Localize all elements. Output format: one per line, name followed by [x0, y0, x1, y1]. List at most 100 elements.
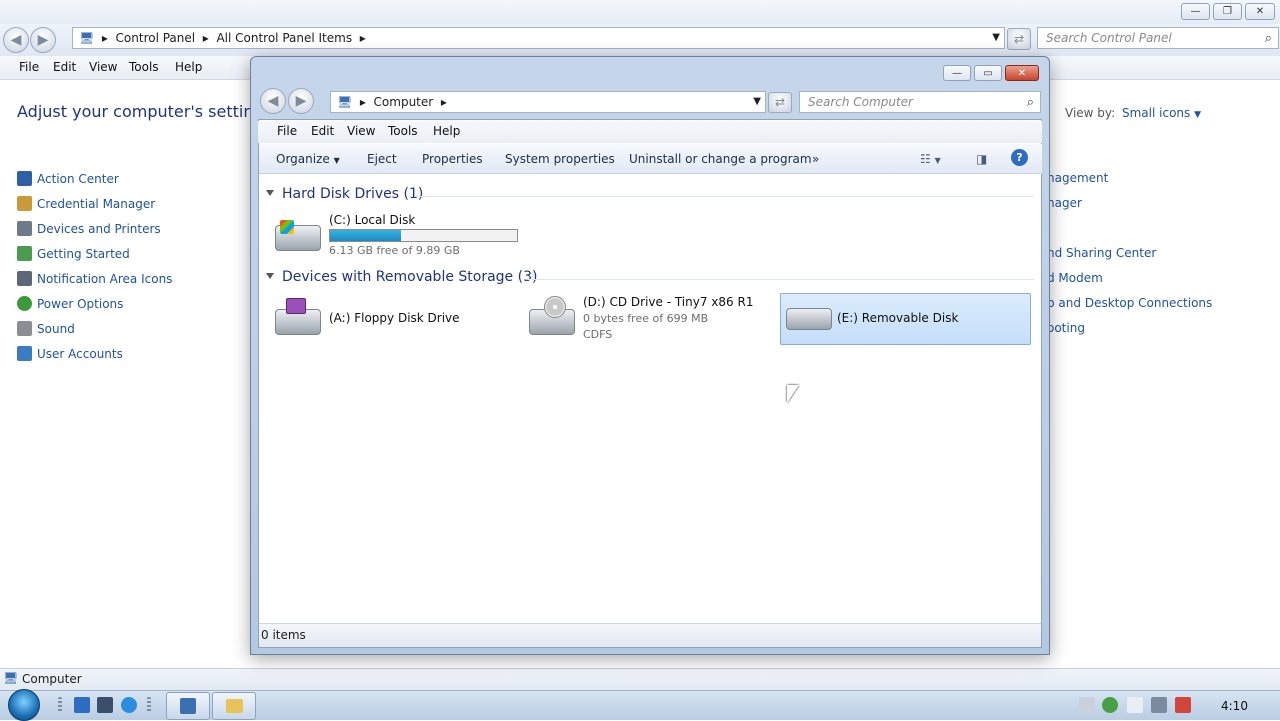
control-panel-icon — [180, 698, 196, 714]
address-bar[interactable]: 🖥 ▸ Control Panel ▸ All Control Panel It… — [72, 27, 1005, 49]
maximize-button[interactable]: ▭ — [974, 65, 1002, 81]
network-icon[interactable] — [1151, 697, 1167, 713]
system-properties-button[interactable]: System properties — [505, 152, 615, 166]
breadcrumb-control-panel[interactable]: Control Panel — [116, 31, 196, 45]
drive-d[interactable]: (D:) CD Drive - Tiny7 x86 R1 0 bytes fre… — [529, 295, 769, 345]
taskbar-control-panel[interactable] — [166, 692, 210, 720]
action-center-flag-icon[interactable] — [1127, 697, 1143, 713]
volume-muted-icon[interactable] — [1175, 697, 1191, 713]
drive-filesystem: CDFS — [583, 328, 613, 341]
group-hard-disk-drives[interactable]: Hard Disk Drives (1) — [266, 186, 423, 202]
refresh-button[interactable]: ⇄ — [768, 92, 792, 113]
monitor-icon — [17, 271, 32, 286]
dropdown-arrow-icon[interactable]: ▼ — [992, 28, 1000, 48]
flag-icon — [17, 171, 32, 186]
menu-tools[interactable]: Tools — [388, 124, 418, 138]
cp-item-action-center[interactable]: Action Center — [17, 171, 119, 186]
cp-item-partial-5[interactable]: p and Desktop Connections — [1047, 296, 1212, 310]
dropdown-arrow-icon: ▼ — [1194, 110, 1202, 120]
group-divider — [414, 196, 1034, 197]
preview-pane-icon[interactable]: ◨ — [976, 152, 987, 166]
drive-e[interactable]: (E:) Removable Disk — [780, 293, 1031, 345]
close-button[interactable]: ✕ — [1245, 3, 1275, 20]
dropdown-arrow-icon[interactable]: ▼ — [753, 92, 761, 112]
shield-check-icon[interactable] — [1102, 697, 1118, 713]
control-panel-navbar: ◀ ▶ 🖥 ▸ Control Panel ▸ All Control Pane… — [0, 24, 1280, 56]
drive-name: (C:) Local Disk — [329, 213, 416, 227]
drive-a[interactable]: (A:) Floppy Disk Drive — [275, 297, 515, 341]
minimize-button[interactable]: — — [943, 65, 971, 81]
search-input[interactable]: Search Control Panel ⌕ — [1037, 27, 1279, 49]
clock[interactable]: 4:10 — [1221, 699, 1248, 713]
drive-name: (A:) Floppy Disk Drive — [329, 311, 460, 325]
internet-explorer-icon[interactable] — [121, 697, 137, 713]
back-button[interactable]: ◀ — [3, 27, 29, 53]
start-button[interactable] — [8, 689, 40, 721]
menu-tools[interactable]: Tools — [129, 60, 159, 74]
mouse-cursor — [787, 385, 799, 403]
group-divider — [528, 279, 1034, 280]
users-icon — [17, 346, 32, 361]
cp-item-partial-6[interactable]: ooting — [1047, 321, 1085, 335]
grip-icon — [58, 697, 62, 713]
cp-item-getting-started[interactable]: Getting Started — [17, 246, 130, 261]
menu-file[interactable]: File — [19, 60, 39, 74]
breadcrumb-arrow-icon: ▸ — [98, 31, 112, 45]
menu-view[interactable]: View — [89, 60, 117, 74]
forward-button[interactable]: ▶ — [30, 27, 56, 53]
cp-item-partial-3[interactable]: nd Sharing Center — [1047, 246, 1156, 260]
cp-item-partial-1[interactable]: nagement — [1047, 171, 1108, 185]
status-text: Computer — [22, 672, 82, 686]
menu-view[interactable]: View — [347, 124, 375, 138]
breadcrumb-computer[interactable]: Computer — [374, 95, 434, 109]
drive-name: (E:) Removable Disk — [837, 311, 959, 325]
cp-item-user-accounts[interactable]: User Accounts — [17, 346, 123, 361]
minimize-button[interactable]: — — [1181, 3, 1210, 20]
group-removable-storage[interactable]: Devices with Removable Storage (3) — [266, 269, 537, 285]
restore-button[interactable]: ❐ — [1213, 3, 1242, 20]
properties-button[interactable]: Properties — [422, 152, 483, 166]
drive-name: (D:) CD Drive - Tiny7 x86 R1 — [583, 295, 754, 309]
show-desktop-icon[interactable] — [74, 697, 90, 713]
view-by-label: View by: — [1065, 106, 1116, 120]
menu-help[interactable]: Help — [175, 60, 202, 74]
forward-button[interactable]: ▶ — [288, 88, 314, 114]
address-bar[interactable]: 🖥 ▸ Computer ▸ ▼ — [330, 91, 766, 113]
hard-drive-icon — [275, 220, 321, 251]
view-by-dropdown[interactable]: Small icons ▼ — [1122, 106, 1201, 120]
breadcrumb-arrow-icon: ▸ — [437, 95, 447, 109]
organize-button[interactable]: Organize ▼ — [276, 152, 340, 166]
menu-file[interactable]: File — [277, 124, 297, 138]
eject-button[interactable]: Eject — [367, 152, 397, 166]
cp-item-credential-manager[interactable]: Credential Manager — [17, 196, 155, 211]
taskbar-explorer[interactable] — [212, 692, 256, 720]
cp-item-partial-4[interactable]: d Modem — [1047, 271, 1103, 285]
menu-help[interactable]: Help — [433, 124, 460, 138]
back-button[interactable]: ◀ — [260, 88, 286, 114]
more-commands-button[interactable]: » — [812, 152, 819, 166]
search-icon: ⌕ — [1264, 31, 1272, 46]
document-icon[interactable] — [1079, 697, 1095, 713]
menu-edit[interactable]: Edit — [311, 124, 334, 138]
close-button[interactable]: ✕ — [1005, 65, 1039, 81]
cp-item-power-options[interactable]: Power Options — [17, 296, 123, 311]
help-icon[interactable]: ? — [1011, 149, 1028, 166]
vault-icon — [17, 196, 32, 211]
cp-item-sound[interactable]: Sound — [17, 321, 75, 336]
breadcrumb-arrow-icon: ▸ — [356, 95, 370, 109]
uninstall-program-button[interactable]: Uninstall or change a program — [629, 152, 812, 166]
search-input[interactable]: Search Computer ⌕ — [799, 91, 1041, 113]
window-menubar: File Edit View Tools Help — [258, 121, 1042, 143]
printer-icon — [17, 221, 32, 236]
cp-item-partial-2[interactable]: nager — [1047, 196, 1082, 210]
getting-started-icon — [17, 246, 32, 261]
cp-item-notification-area[interactable]: Notification Area Icons — [17, 271, 172, 286]
refresh-button[interactable]: ⇄ — [1007, 28, 1031, 50]
menu-edit[interactable]: Edit — [53, 60, 76, 74]
cp-item-devices-printers[interactable]: Devices and Printers — [17, 221, 161, 236]
collapse-triangle-icon — [266, 190, 274, 196]
switch-windows-icon[interactable] — [97, 697, 113, 713]
drive-free-space: 6.13 GB free of 9.89 GB — [329, 244, 460, 257]
view-options-icon[interactable]: ☷ ▼ — [920, 152, 941, 166]
breadcrumb-all-items[interactable]: All Control Panel Items — [216, 31, 352, 45]
